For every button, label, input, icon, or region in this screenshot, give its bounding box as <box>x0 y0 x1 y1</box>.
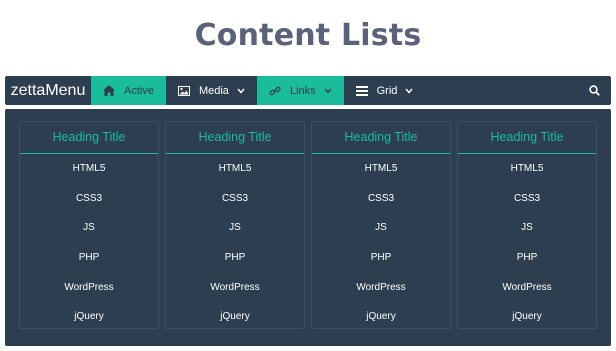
content-column: Heading Title HTML5 CSS3 JS PHP WordPres… <box>457 121 597 329</box>
list-item[interactable]: jQuery <box>458 302 596 332</box>
list-item[interactable]: CSS3 <box>312 184 450 214</box>
search-button[interactable] <box>577 76 611 105</box>
nav-item-label: Links <box>289 84 316 97</box>
chevron-down-icon <box>237 87 245 95</box>
list-item[interactable]: CSS3 <box>166 184 304 214</box>
nav-item-label: Grid <box>376 84 398 97</box>
list-item[interactable]: jQuery <box>312 302 450 332</box>
navbar-spacer <box>425 76 577 105</box>
column-list: HTML5 CSS3 JS PHP WordPress jQuery <box>166 154 304 332</box>
list-item[interactable]: CSS3 <box>20 184 158 214</box>
list-item[interactable]: JS <box>312 213 450 243</box>
list-item[interactable]: HTML5 <box>312 154 450 184</box>
column-heading: Heading Title <box>20 122 158 154</box>
content-column: Heading Title HTML5 CSS3 JS PHP WordPres… <box>19 121 159 329</box>
content-column: Heading Title HTML5 CSS3 JS PHP WordPres… <box>165 121 305 329</box>
list-item[interactable]: WordPress <box>20 273 158 303</box>
image-icon <box>177 85 190 97</box>
search-icon <box>588 81 600 100</box>
list-item[interactable]: JS <box>20 213 158 243</box>
list-item[interactable]: PHP <box>312 243 450 273</box>
list-item[interactable]: HTML5 <box>166 154 304 184</box>
list-item[interactable]: PHP <box>458 243 596 273</box>
content-column: Heading Title HTML5 CSS3 JS PHP WordPres… <box>311 121 451 329</box>
home-icon <box>103 85 115 97</box>
list-item[interactable]: PHP <box>166 243 304 273</box>
nav-item-media[interactable]: Media <box>166 76 257 105</box>
chevron-down-icon <box>324 87 332 95</box>
mega-menu-panel: Heading Title HTML5 CSS3 JS PHP WordPres… <box>5 109 611 346</box>
column-heading: Heading Title <box>458 122 596 154</box>
column-list: HTML5 CSS3 JS PHP WordPress jQuery <box>312 154 450 332</box>
list-item[interactable]: WordPress <box>458 273 596 303</box>
main-navbar: zettaMenu Active Media Links Grid <box>5 76 611 105</box>
nav-item-active[interactable]: Active <box>91 76 166 105</box>
nav-item-label: Active <box>124 84 154 97</box>
column-list: HTML5 CSS3 JS PHP WordPress jQuery <box>458 154 596 332</box>
list-item[interactable]: jQuery <box>166 302 304 332</box>
chevron-down-icon <box>405 87 413 95</box>
nav-item-grid[interactable]: Grid <box>344 76 426 105</box>
nav-item-links[interactable]: Links <box>256 76 344 105</box>
list-item[interactable]: HTML5 <box>20 154 158 184</box>
nav-item-label: Media <box>198 84 229 97</box>
list-item[interactable]: WordPress <box>166 273 304 303</box>
list-item[interactable]: HTML5 <box>458 154 596 184</box>
list-item[interactable]: JS <box>458 213 596 243</box>
column-heading: Heading Title <box>312 122 450 154</box>
page-title: Content Lists <box>194 18 422 53</box>
list-item[interactable]: jQuery <box>20 302 158 332</box>
column-list: HTML5 CSS3 JS PHP WordPress jQuery <box>20 154 158 332</box>
brand-logo[interactable]: zettaMenu <box>5 76 91 105</box>
column-heading: Heading Title <box>166 122 304 154</box>
list-icon <box>355 85 368 97</box>
list-item[interactable]: CSS3 <box>458 184 596 214</box>
list-item[interactable]: WordPress <box>312 273 450 303</box>
link-icon <box>269 85 281 97</box>
list-item[interactable]: PHP <box>20 243 158 273</box>
list-item[interactable]: JS <box>166 213 304 243</box>
